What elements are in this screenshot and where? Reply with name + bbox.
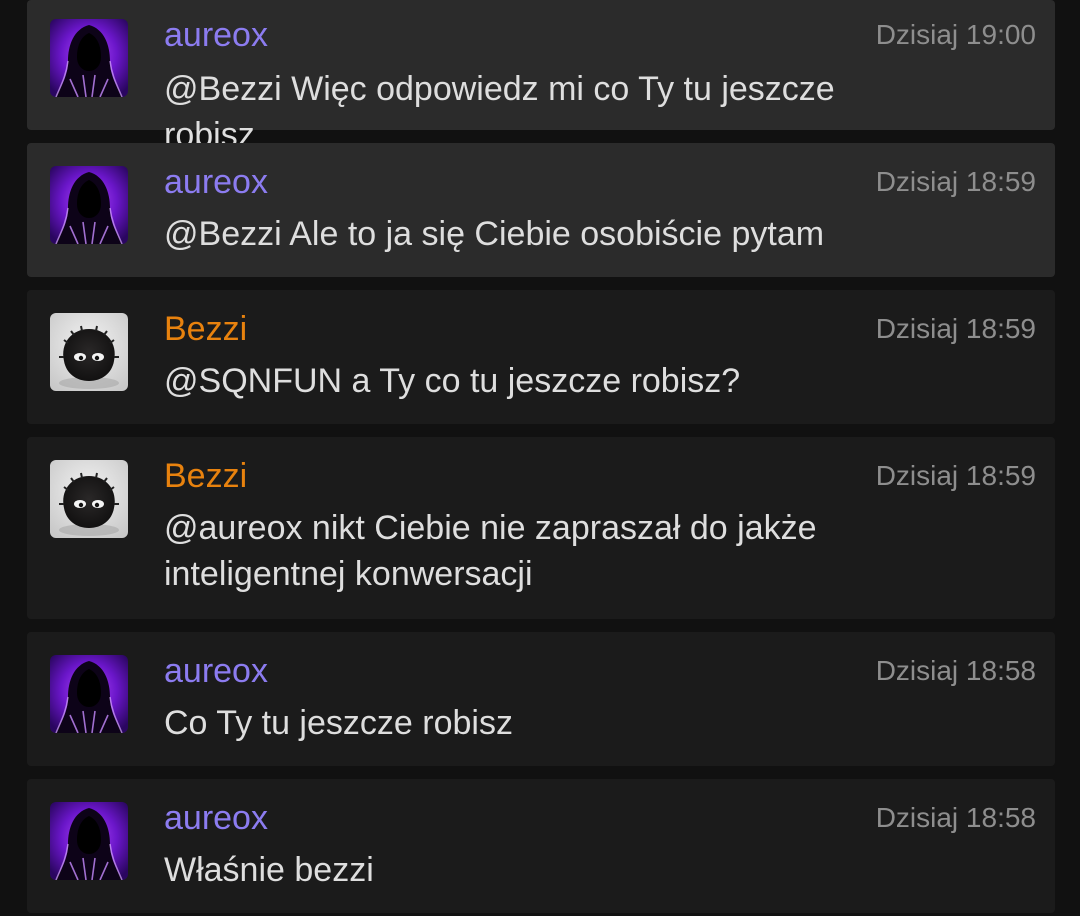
message-text: @aureox nikt Ciebie nie zapraszał do jak… — [164, 509, 817, 593]
hooded-figure-avatar[interactable] — [50, 166, 128, 244]
hooded-figure-avatar[interactable] — [50, 655, 128, 733]
chat-message[interactable]: Bezzi Dzisiaj 18:59 @SQNFUN a Ty co tu j… — [27, 290, 1055, 424]
chat-message[interactable]: aureox Dzisiaj 18:58 Właśnie bezzi — [27, 779, 1055, 913]
message-author[interactable]: aureox — [164, 650, 268, 692]
fluffy-creature-avatar[interactable] — [50, 313, 128, 391]
message-author[interactable]: aureox — [164, 161, 268, 203]
fluffy-creature-avatar[interactable] — [50, 460, 128, 538]
chat-message[interactable]: aureox Dzisiaj 18:59 @Bezzi Ale to ja si… — [27, 143, 1055, 277]
message-timestamp: Dzisiaj 18:58 — [875, 655, 1036, 686]
hooded-figure-avatar[interactable] — [50, 19, 128, 97]
hooded-figure-avatar[interactable] — [50, 802, 128, 880]
chat-feed: aureox Dzisiaj 19:00 @Bezzi Więc odpowie… — [0, 0, 1080, 916]
message-timestamp: Dzisiaj 18:58 — [875, 802, 1036, 833]
message-text: @SQNFUN a Ty co tu jeszcze robisz? — [164, 362, 741, 400]
message-author[interactable]: Bezzi — [164, 455, 247, 497]
message-text: Właśnie bezzi — [164, 851, 374, 889]
message-timestamp: Dzisiaj 18:59 — [875, 313, 1036, 344]
message-text: @Bezzi Ale to ja się Ciebie osobiście py… — [164, 215, 825, 253]
message-text: Co Ty tu jeszcze robisz — [164, 704, 513, 742]
chat-message[interactable]: Bezzi Dzisiaj 18:59 @aureox nikt Ciebie … — [27, 437, 1055, 619]
message-author[interactable]: aureox — [164, 797, 268, 839]
message-timestamp: Dzisiaj 19:00 — [875, 19, 1036, 50]
chat-message[interactable]: aureox Dzisiaj 19:00 @Bezzi Więc odpowie… — [27, 0, 1055, 154]
message-timestamp: Dzisiaj 18:59 — [875, 166, 1036, 197]
message-author[interactable]: aureox — [164, 14, 268, 56]
message-author[interactable]: Bezzi — [164, 308, 247, 350]
message-timestamp: Dzisiaj 18:59 — [875, 460, 1036, 491]
chat-message[interactable]: aureox Dzisiaj 18:58 Co Ty tu jeszcze ro… — [27, 632, 1055, 766]
